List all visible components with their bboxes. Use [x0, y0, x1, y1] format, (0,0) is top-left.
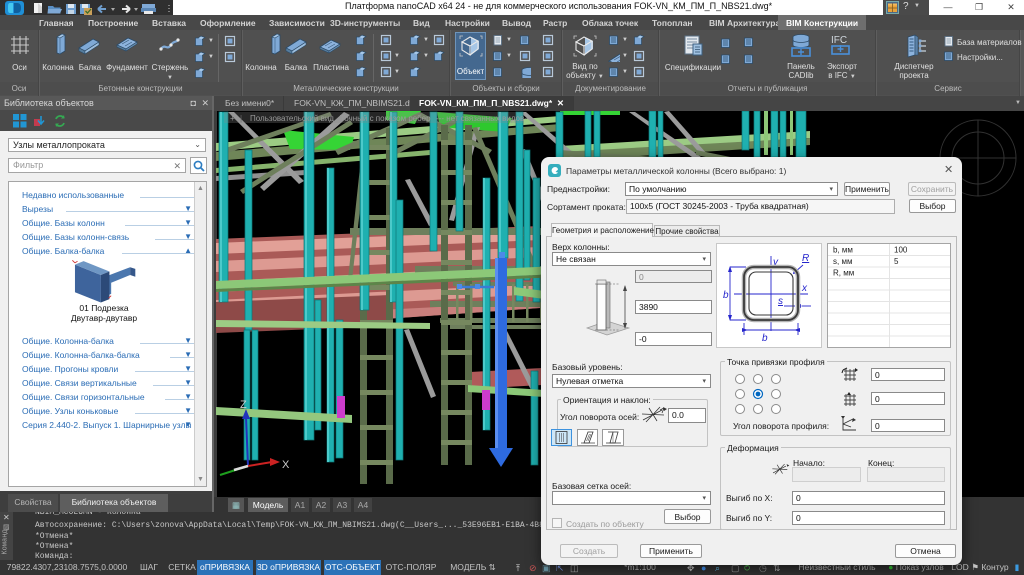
svg-text:⤒: ⤒	[516, 563, 520, 573]
svg-text:x: x	[801, 283, 808, 294]
svg-text:--- нет связанных видов---: --- нет связанных видов---	[436, 114, 533, 123]
svg-text:R, мм: R, мм	[833, 269, 854, 278]
svg-text:+: +	[230, 114, 235, 123]
svg-text:Z: Z	[240, 399, 247, 411]
svg-text:Точный с показом ребер: Точный с показом ребер	[340, 114, 431, 123]
svg-text:s: s	[778, 296, 783, 307]
svg-text:⊘: ⊘	[529, 563, 537, 573]
svg-text:b, мм: b, мм	[833, 246, 853, 255]
svg-text:100: 100	[894, 246, 908, 255]
svg-text:b: b	[723, 290, 729, 301]
svg-text:5: 5	[894, 257, 899, 266]
svg-text:s, мм: s, мм	[833, 257, 852, 266]
svg-text:b: b	[762, 333, 768, 344]
svg-text:Пользовательский вид: Пользовательский вид	[250, 114, 334, 123]
svg-text:R: R	[802, 253, 809, 264]
svg-text:|: |	[330, 114, 332, 123]
svg-text:|: |	[240, 114, 242, 123]
svg-text:X: X	[282, 459, 290, 471]
